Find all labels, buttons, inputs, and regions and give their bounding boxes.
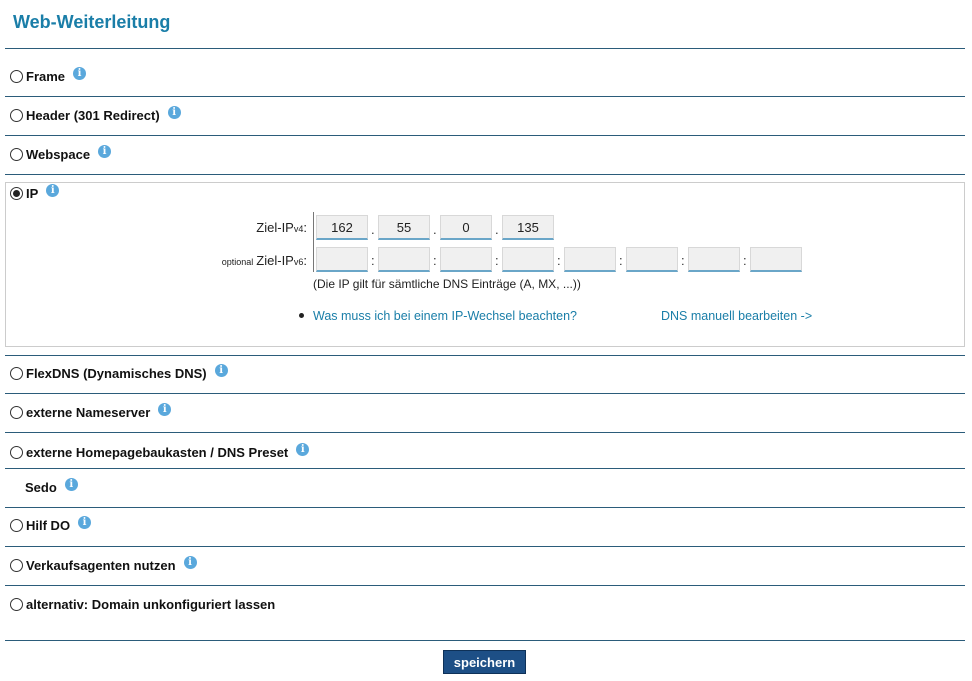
option-unconfigured[interactable]: alternativ: Domain unkonfiguriert lassen — [10, 594, 275, 614]
ipv6-colon: : — [557, 253, 561, 268]
ipv6-group-5[interactable] — [564, 247, 616, 272]
ipv6-colon: : — [681, 253, 685, 268]
option-agents[interactable]: Verkaufsagenten nutzen i — [10, 555, 197, 575]
info-icon[interactable]: i — [296, 442, 310, 456]
info-icon[interactable]: i — [73, 66, 87, 80]
info-icon[interactable]: i — [78, 515, 92, 529]
option-webspace-label: Webspace — [26, 146, 91, 162]
divider — [5, 640, 965, 641]
radio-unconfigured[interactable] — [10, 597, 23, 611]
ipv6-group-8[interactable] — [750, 247, 802, 272]
ipv6-label: optional Ziel-IPv6: — [221, 253, 307, 268]
radio-hilfdo[interactable] — [10, 518, 23, 532]
option-hilfdo-label: Hilf DO — [26, 517, 71, 533]
ipv6-colon: : — [433, 253, 437, 268]
ipv6-group-7[interactable] — [688, 247, 740, 272]
radio-nameserver[interactable] — [10, 405, 23, 419]
info-icon[interactable]: i — [183, 555, 197, 569]
ipv6-group-3[interactable] — [440, 247, 492, 272]
option-ip-label: IP — [26, 185, 39, 201]
ipv6-group-2[interactable] — [378, 247, 430, 272]
option-header-label: Header (301 Redirect) — [26, 107, 160, 123]
info-icon[interactable]: i — [158, 402, 172, 416]
radio-homepage[interactable] — [10, 445, 23, 459]
divider — [5, 507, 965, 508]
ipv6-colon: : — [619, 253, 623, 268]
bullet-icon — [299, 313, 304, 318]
save-button[interactable]: speichern — [443, 650, 526, 674]
dns-edit-link[interactable]: DNS manuell bearbeiten -> — [661, 309, 812, 323]
ipv4-dot: . — [371, 222, 375, 237]
radio-frame[interactable] — [10, 69, 23, 83]
info-icon[interactable]: i — [64, 477, 78, 491]
divider — [5, 96, 965, 97]
divider — [5, 546, 965, 547]
radio-agents[interactable] — [10, 558, 23, 572]
option-frame[interactable]: Frame i — [10, 66, 87, 86]
radio-webspace[interactable] — [10, 147, 23, 161]
radio-ip[interactable] — [10, 186, 23, 200]
info-icon[interactable]: i — [98, 144, 112, 158]
info-icon[interactable]: i — [167, 105, 181, 119]
divider — [5, 585, 965, 586]
divider — [5, 174, 965, 175]
ipv6-colon: : — [743, 253, 747, 268]
option-agents-label: Verkaufsagenten nutzen — [26, 557, 176, 573]
divider — [5, 135, 965, 136]
page-title: Web-Weiterleitung — [13, 12, 171, 32]
option-sedo: Sedo i — [25, 477, 78, 497]
ip-note: (Die IP gilt für sämtliche DNS Einträge … — [313, 277, 581, 291]
divider — [5, 393, 965, 394]
ipv6-group-4[interactable] — [502, 247, 554, 272]
option-header[interactable]: Header (301 Redirect) i — [10, 105, 181, 125]
field-divider — [313, 212, 314, 272]
option-frame-label: Frame — [26, 68, 66, 84]
option-flexdns-label: FlexDNS (Dynamisches DNS) — [26, 365, 207, 381]
ipv6-colon: : — [371, 253, 375, 268]
radio-flexdns[interactable] — [10, 366, 23, 380]
option-homepage[interactable]: externe Homepagebaukasten / DNS Preset i — [10, 442, 310, 462]
option-homepage-label: externe Homepagebaukasten / DNS Preset — [26, 444, 289, 460]
ipv6-group-1[interactable] — [316, 247, 368, 272]
ipv4-octet-3[interactable]: 0 — [440, 215, 492, 240]
info-icon[interactable]: i — [46, 183, 60, 197]
option-webspace[interactable]: Webspace i — [10, 144, 112, 164]
option-unconfigured-label: alternativ: Domain unkonfiguriert lassen — [26, 596, 276, 612]
divider — [5, 432, 965, 433]
option-ip[interactable]: IP i — [10, 183, 60, 203]
ipv4-octet-1[interactable]: 162 — [316, 215, 368, 240]
ipv6-group-6[interactable] — [626, 247, 678, 272]
ip-change-help-link[interactable]: Was muss ich bei einem IP-Wechsel beacht… — [313, 309, 577, 323]
radio-header[interactable] — [10, 108, 23, 122]
ipv4-octet-2[interactable]: 55 — [378, 215, 430, 240]
divider — [5, 355, 965, 356]
divider — [5, 48, 965, 49]
option-flexdns[interactable]: FlexDNS (Dynamisches DNS) i — [10, 363, 228, 383]
divider — [5, 468, 965, 469]
info-icon[interactable]: i — [214, 363, 228, 377]
ipv4-dot: . — [433, 222, 437, 237]
ipv4-dot: . — [495, 222, 499, 237]
ipv6-colon: : — [495, 253, 499, 268]
ipv4-octet-4[interactable]: 135 — [502, 215, 554, 240]
option-nameserver[interactable]: externe Nameserver i — [10, 402, 172, 422]
option-nameserver-label: externe Nameserver — [26, 404, 151, 420]
option-hilfdo[interactable]: Hilf DO i — [10, 515, 92, 535]
ipv4-label: Ziel-IPv4: — [256, 220, 307, 235]
option-sedo-label: Sedo — [25, 479, 57, 495]
